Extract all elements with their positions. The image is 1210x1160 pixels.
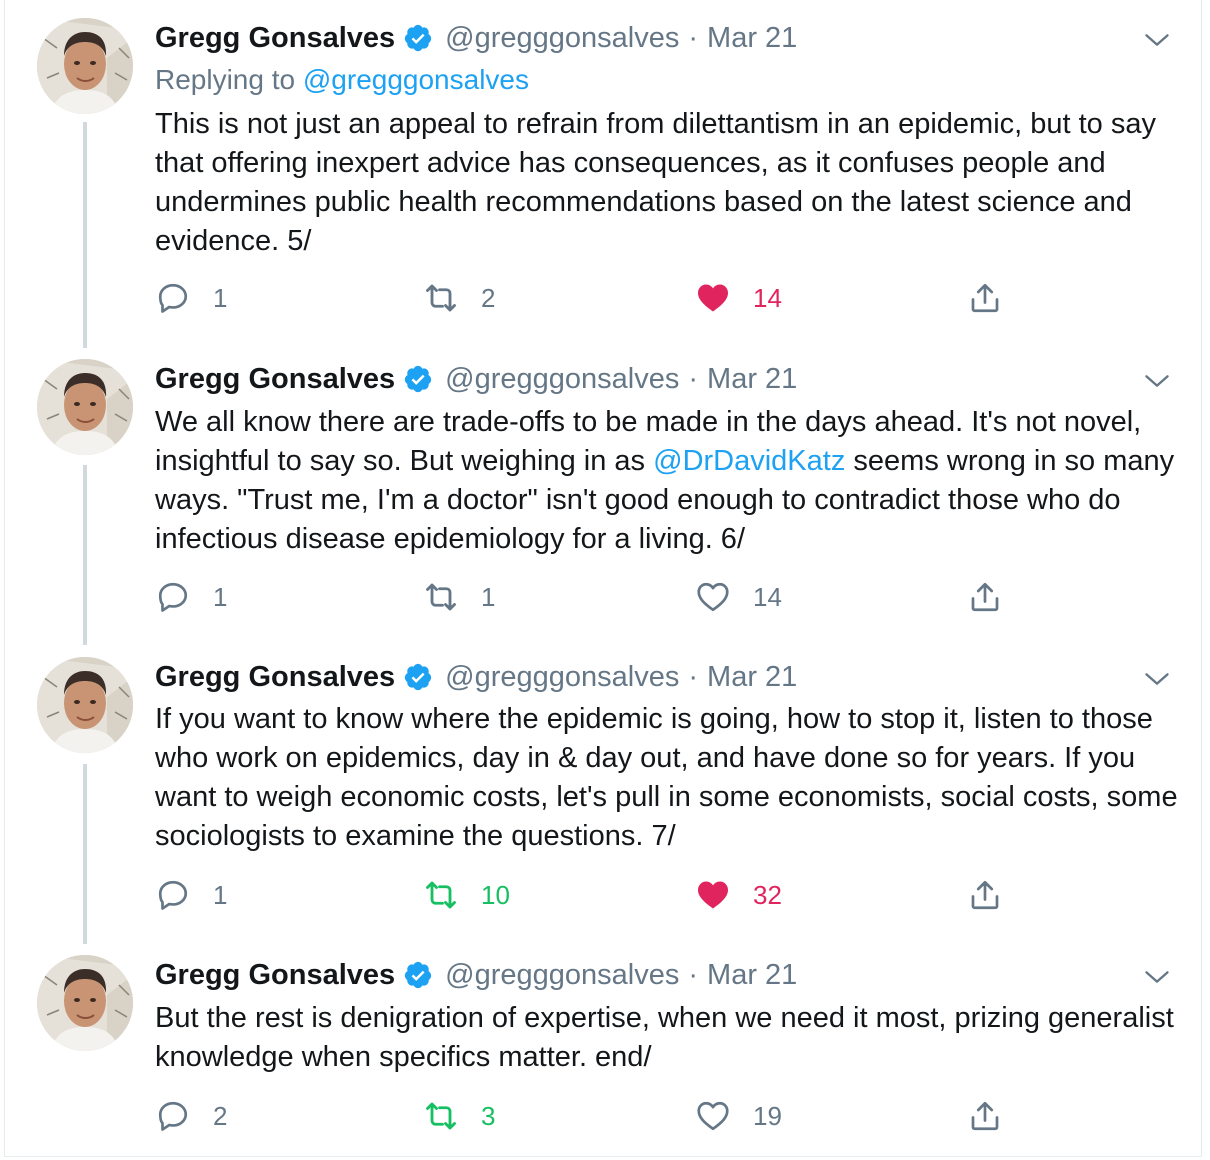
tweet-date[interactable]: Mar 21 (707, 959, 797, 992)
chevron-down-icon[interactable] (1143, 26, 1171, 54)
reply-button[interactable]: 2 (155, 1096, 227, 1136)
verified-badge-icon (403, 364, 433, 394)
author-handle[interactable]: @gregggonsalves (445, 959, 679, 992)
like-button[interactable]: 14 (695, 577, 782, 617)
reply-button[interactable]: 1 (155, 875, 227, 915)
thread-line (83, 465, 87, 645)
reply-count: 1 (213, 581, 228, 612)
replying-prefix: Replying to (155, 64, 296, 95)
reply-bubble-icon (155, 1098, 191, 1134)
share-icon (967, 877, 1003, 913)
like-count: 19 (753, 1100, 782, 1131)
retweet-icon (423, 579, 459, 615)
retweet-button[interactable]: 1 (423, 577, 495, 617)
retweet-button[interactable]: 3 (423, 1096, 495, 1136)
tweet-actions: 2 3 19 (155, 1096, 1035, 1136)
author-name[interactable]: Gregg Gonsalves (155, 959, 395, 992)
heart-icon (695, 579, 731, 615)
like-button[interactable]: 32 (695, 875, 782, 915)
tweet-header: Gregg Gonsalves @gregggonsalves · Mar 21 (155, 18, 797, 58)
separator-dot: · (688, 660, 699, 693)
tweet-date[interactable]: Mar 21 (707, 22, 797, 55)
retweet-count: 10 (481, 879, 510, 910)
tweet-header: Gregg Gonsalves @gregggonsalves · Mar 21 (155, 359, 797, 399)
reply-count: 1 (213, 879, 228, 910)
tweet-header: Gregg Gonsalves @gregggonsalves · Mar 21 (155, 955, 797, 995)
retweet-button[interactable]: 10 (423, 875, 510, 915)
reply-bubble-icon (155, 877, 191, 913)
tweet-text: But the rest is denigration of expertise… (155, 1002, 1174, 1073)
share-icon (967, 579, 1003, 615)
heart-icon (695, 877, 731, 913)
separator-dot: · (688, 958, 699, 991)
like-button[interactable]: 19 (695, 1096, 782, 1136)
author-name[interactable]: Gregg Gonsalves (155, 363, 395, 396)
retweet-count: 1 (481, 581, 496, 612)
chevron-down-icon[interactable] (1143, 963, 1171, 991)
avatar[interactable] (37, 955, 133, 1051)
retweet-button[interactable]: 2 (423, 278, 495, 318)
like-count: 32 (753, 879, 782, 910)
tweet-text: We all know there are trade-offs to be m… (155, 403, 1185, 559)
tweet-text: If you want to know where the epidemic i… (155, 703, 1178, 852)
heart-icon (695, 280, 731, 316)
chevron-down-icon[interactable] (1143, 367, 1171, 395)
chevron-down-icon[interactable] (1143, 665, 1171, 693)
tweet-actions: 1 10 32 (155, 875, 1035, 915)
share-button[interactable] (967, 278, 1003, 318)
thread-line (83, 122, 87, 348)
verified-badge-icon (403, 23, 433, 53)
tweet-header: Gregg Gonsalves @gregggonsalves · Mar 21 (155, 657, 797, 697)
tweet-actions: 1 2 14 (155, 278, 1035, 318)
separator-dot: · (688, 362, 699, 395)
author-handle[interactable]: @gregggonsalves (445, 363, 679, 396)
share-button[interactable] (967, 1096, 1003, 1136)
tweet-date[interactable]: Mar 21 (707, 363, 797, 396)
retweet-count: 2 (481, 282, 496, 313)
reply-count: 1 (213, 282, 228, 313)
retweet-icon (423, 1098, 459, 1134)
share-icon (967, 280, 1003, 316)
avatar[interactable] (37, 657, 133, 753)
separator-dot: · (688, 21, 699, 54)
retweet-icon (423, 877, 459, 913)
like-count: 14 (753, 282, 782, 313)
tweet-date[interactable]: Mar 21 (707, 661, 797, 694)
share-button[interactable] (967, 577, 1003, 617)
verified-badge-icon (403, 960, 433, 990)
like-count: 14 (753, 581, 782, 612)
verified-badge-icon (403, 662, 433, 692)
retweet-count: 3 (481, 1100, 496, 1131)
reply-bubble-icon (155, 280, 191, 316)
replying-to: Replying to @gregggonsalves (155, 64, 529, 96)
reply-button[interactable]: 1 (155, 577, 227, 617)
author-handle[interactable]: @gregggonsalves (445, 661, 679, 694)
reply-button[interactable]: 1 (155, 278, 227, 318)
reply-count: 2 (213, 1100, 228, 1131)
share-button[interactable] (967, 875, 1003, 915)
author-handle[interactable]: @gregggonsalves (445, 22, 679, 55)
heart-icon (695, 1098, 731, 1134)
avatar[interactable] (37, 359, 133, 455)
share-icon (967, 1098, 1003, 1134)
replying-mention-link[interactable]: @gregggonsalves (303, 64, 529, 95)
reply-bubble-icon (155, 579, 191, 615)
author-name[interactable]: Gregg Gonsalves (155, 661, 395, 694)
thread-line (83, 764, 87, 944)
author-name[interactable]: Gregg Gonsalves (155, 22, 395, 55)
like-button[interactable]: 14 (695, 278, 782, 318)
tweet-text: This is not just an appeal to refrain fr… (155, 108, 1156, 257)
tweet-actions: 1 1 14 (155, 577, 1035, 617)
avatar[interactable] (37, 18, 133, 114)
retweet-icon (423, 280, 459, 316)
mention-link[interactable]: @DrDavidKatz (653, 445, 845, 477)
